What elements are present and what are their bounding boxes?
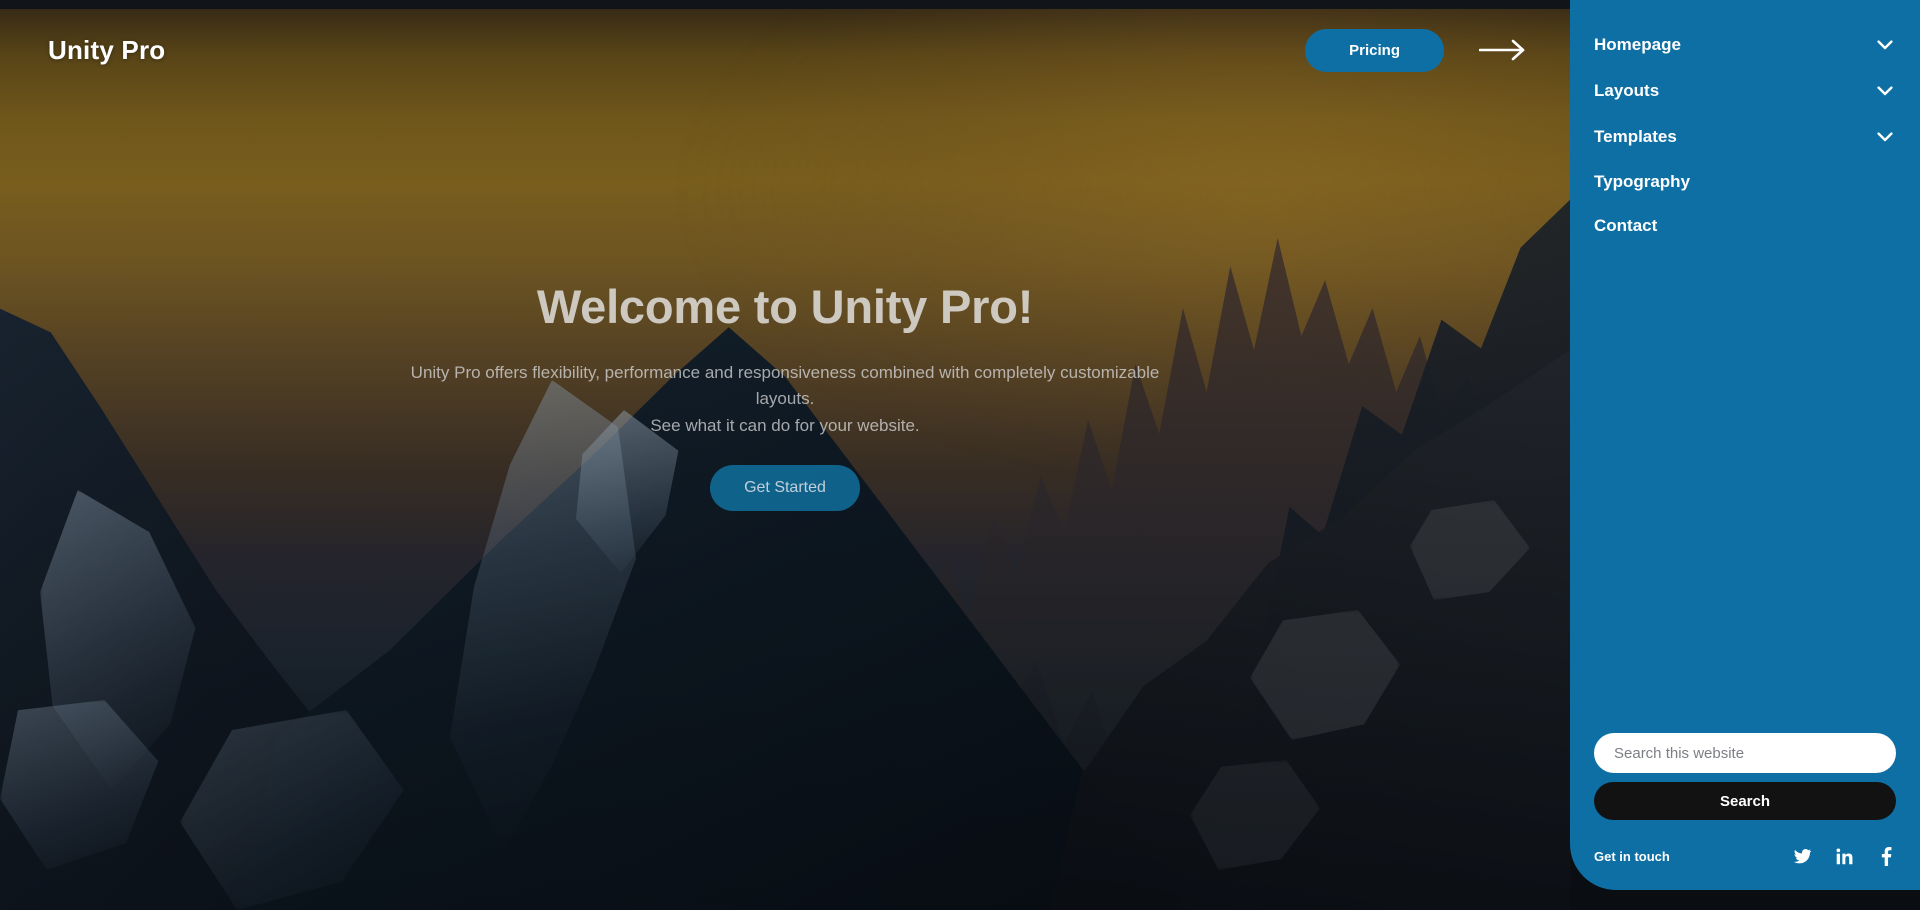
- chevron-down-icon[interactable]: [1874, 80, 1896, 102]
- pricing-button[interactable]: Pricing: [1305, 28, 1444, 72]
- sidebar-item-label: Typography: [1594, 172, 1691, 191]
- social-links: [1792, 846, 1896, 866]
- page-viewport: Unity Pro Pricing Welcome to Unity Pro! …: [0, 0, 1920, 910]
- chevron-down-icon[interactable]: [1874, 34, 1896, 56]
- get-in-touch-label: Get in touch: [1594, 848, 1670, 864]
- sidebar-item-homepage[interactable]: Homepage: [1594, 22, 1896, 68]
- sidebar-panel: Homepage Layouts Templates Typography Co…: [1570, 0, 1920, 890]
- sidebar-item-templates[interactable]: Templates: [1594, 114, 1896, 160]
- sidebar-item-label: Layouts: [1594, 81, 1660, 100]
- twitter-icon[interactable]: [1792, 846, 1812, 866]
- hero-overlay-scrim: [0, 0, 1570, 910]
- site-header: Unity Pro Pricing: [0, 9, 1570, 91]
- facebook-icon[interactable]: [1876, 846, 1896, 866]
- sidebar-nav: Homepage Layouts Templates Typography Co…: [1594, 22, 1896, 248]
- header-actions: Pricing: [1305, 28, 1530, 72]
- chevron-down-icon[interactable]: [1874, 126, 1896, 148]
- get-started-button[interactable]: Get Started: [710, 465, 860, 512]
- sidebar-item-label: Templates: [1594, 127, 1677, 146]
- arrow-right-icon[interactable]: [1476, 33, 1530, 67]
- sidebar-footer: Get in touch: [1594, 846, 1896, 890]
- sidebar-item-layouts[interactable]: Layouts: [1594, 68, 1896, 114]
- top-bar-strip: [0, 0, 1570, 9]
- linkedin-icon[interactable]: [1834, 846, 1854, 866]
- sidebar-item-typography[interactable]: Typography: [1594, 160, 1896, 204]
- site-logo[interactable]: Unity Pro: [48, 35, 165, 66]
- hero-section: [0, 0, 1570, 910]
- sidebar-item-label: Contact: [1594, 216, 1658, 235]
- search-input[interactable]: [1594, 733, 1896, 773]
- sidebar-item-contact[interactable]: Contact: [1594, 204, 1896, 248]
- sidebar-item-label: Homepage: [1594, 35, 1681, 54]
- search-button[interactable]: Search: [1594, 782, 1896, 820]
